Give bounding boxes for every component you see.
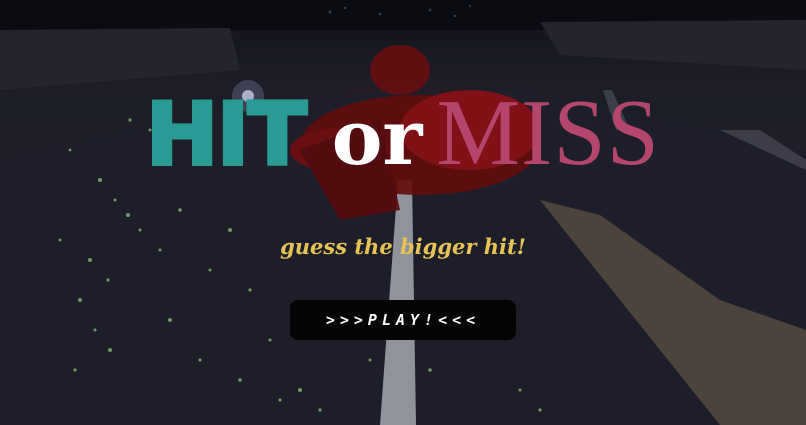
play-button-label: >>>PLAY!<<< [325, 311, 481, 329]
title-screen: HIT or MISS guess the bigger hit! >>>PLAY!… [0, 0, 806, 425]
title-miss: MISS [436, 81, 660, 185]
tagline: guess the bigger hit! [280, 234, 526, 259]
title-hit: HIT [144, 85, 309, 185]
play-button[interactable]: >>>PLAY!<<< [290, 300, 516, 340]
title-or: or [331, 93, 423, 182]
background-illustration [0, 0, 806, 425]
game-title: HIT or MISS [0, 86, 806, 180]
dim-overlay [0, 0, 806, 425]
